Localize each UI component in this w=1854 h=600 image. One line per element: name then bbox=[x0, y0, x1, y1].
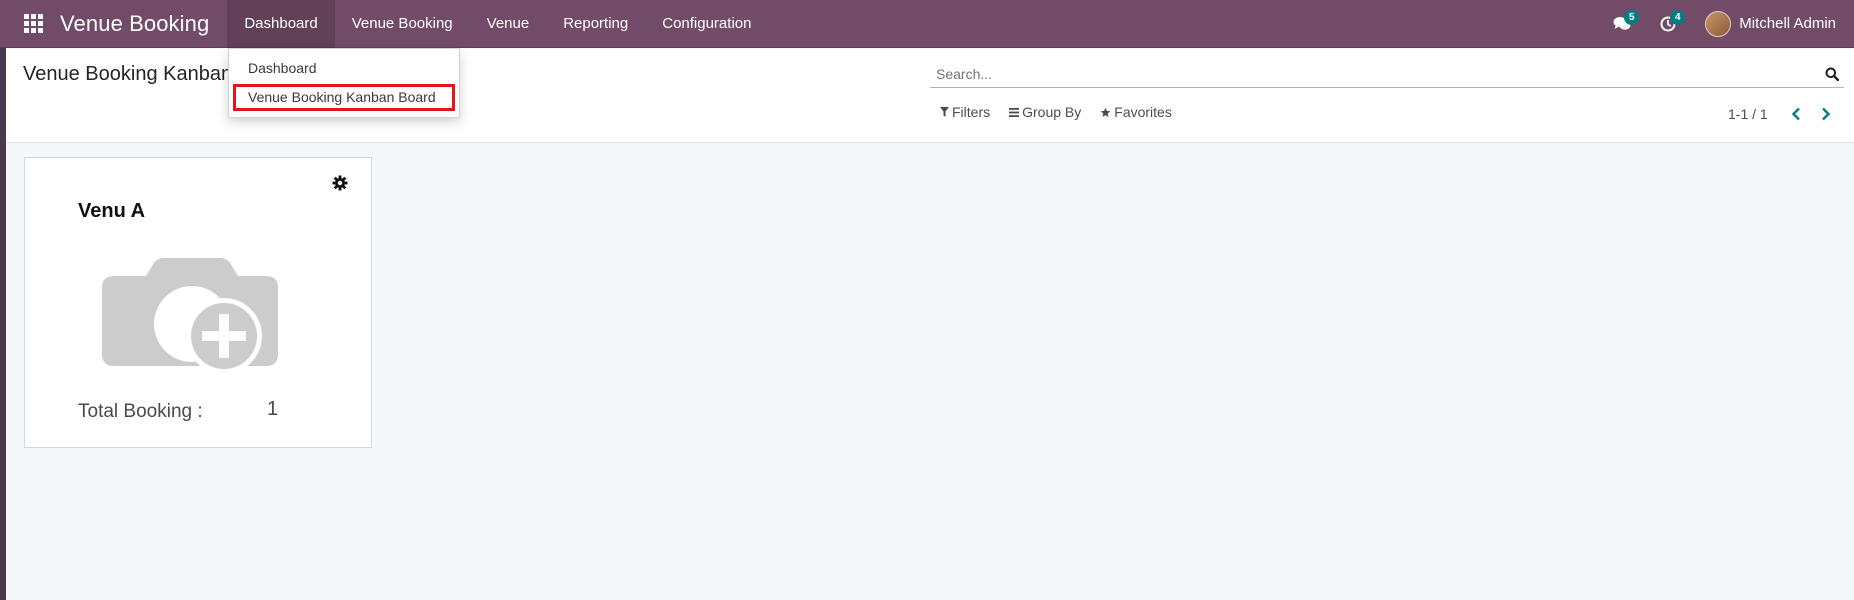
user-name: Mitchell Admin bbox=[1739, 15, 1836, 32]
filters-button[interactable]: Filters bbox=[940, 104, 990, 120]
favorites-label: Favorites bbox=[1114, 104, 1172, 120]
top-navbar: Venue Booking Dashboard Venue Booking Ve… bbox=[0, 0, 1854, 48]
pager-value[interactable]: 1-1 / 1 bbox=[1728, 106, 1768, 122]
card-title: Venu A bbox=[78, 200, 146, 222]
messages-icon[interactable]: 5 bbox=[1599, 0, 1645, 48]
search-input[interactable] bbox=[930, 65, 1821, 82]
group-by-button[interactable]: Group By bbox=[1009, 104, 1081, 120]
group-by-label: Group By bbox=[1022, 104, 1082, 120]
breadcrumb: Venue Booking Kanban bbox=[23, 63, 233, 85]
menu-dashboard[interactable]: Dashboard bbox=[227, 0, 335, 48]
menu-venue[interactable]: Venue bbox=[470, 0, 547, 48]
gear-icon[interactable] bbox=[332, 175, 348, 196]
camera-plus-icon bbox=[102, 258, 278, 379]
pager-previous-icon[interactable] bbox=[1786, 104, 1806, 124]
activities-badge: 4 bbox=[1670, 9, 1686, 25]
dashboard-dropdown: Dashboard Venue Booking Kanban Board bbox=[228, 48, 460, 118]
user-menu[interactable]: Mitchell Admin bbox=[1705, 10, 1836, 37]
favorites-button[interactable]: Favorites bbox=[1100, 104, 1172, 120]
dropdown-item-kanban-board[interactable]: Venue Booking Kanban Board bbox=[248, 89, 436, 105]
filter-icon bbox=[940, 107, 949, 117]
list-icon bbox=[1009, 107, 1020, 117]
search-options: Filters Group By Favorites bbox=[940, 104, 1191, 120]
dropdown-item-dashboard[interactable]: Dashboard bbox=[248, 60, 317, 76]
avatar bbox=[1705, 10, 1732, 37]
menu-venue-booking[interactable]: Venue Booking bbox=[335, 0, 470, 48]
menu-configuration[interactable]: Configuration bbox=[645, 0, 768, 48]
pager-next-icon[interactable] bbox=[1816, 104, 1836, 124]
total-booking-label: Total Booking : bbox=[78, 401, 203, 422]
menu-reporting[interactable]: Reporting bbox=[546, 0, 645, 48]
pager: 1-1 / 1 bbox=[1728, 104, 1836, 124]
kanban-card[interactable]: Venu A Total Booking : 1 bbox=[24, 157, 372, 448]
total-booking-value: 1 bbox=[267, 398, 279, 420]
app-brand[interactable]: Venue Booking bbox=[60, 11, 209, 37]
filters-label: Filters bbox=[952, 104, 991, 120]
search-icon[interactable] bbox=[1821, 62, 1844, 86]
messages-badge: 5 bbox=[1624, 9, 1640, 25]
activities-clock-icon[interactable]: 4 bbox=[1645, 0, 1691, 48]
search-bar bbox=[930, 60, 1844, 88]
apps-menu-icon[interactable] bbox=[0, 0, 66, 48]
star-icon bbox=[1100, 107, 1111, 117]
